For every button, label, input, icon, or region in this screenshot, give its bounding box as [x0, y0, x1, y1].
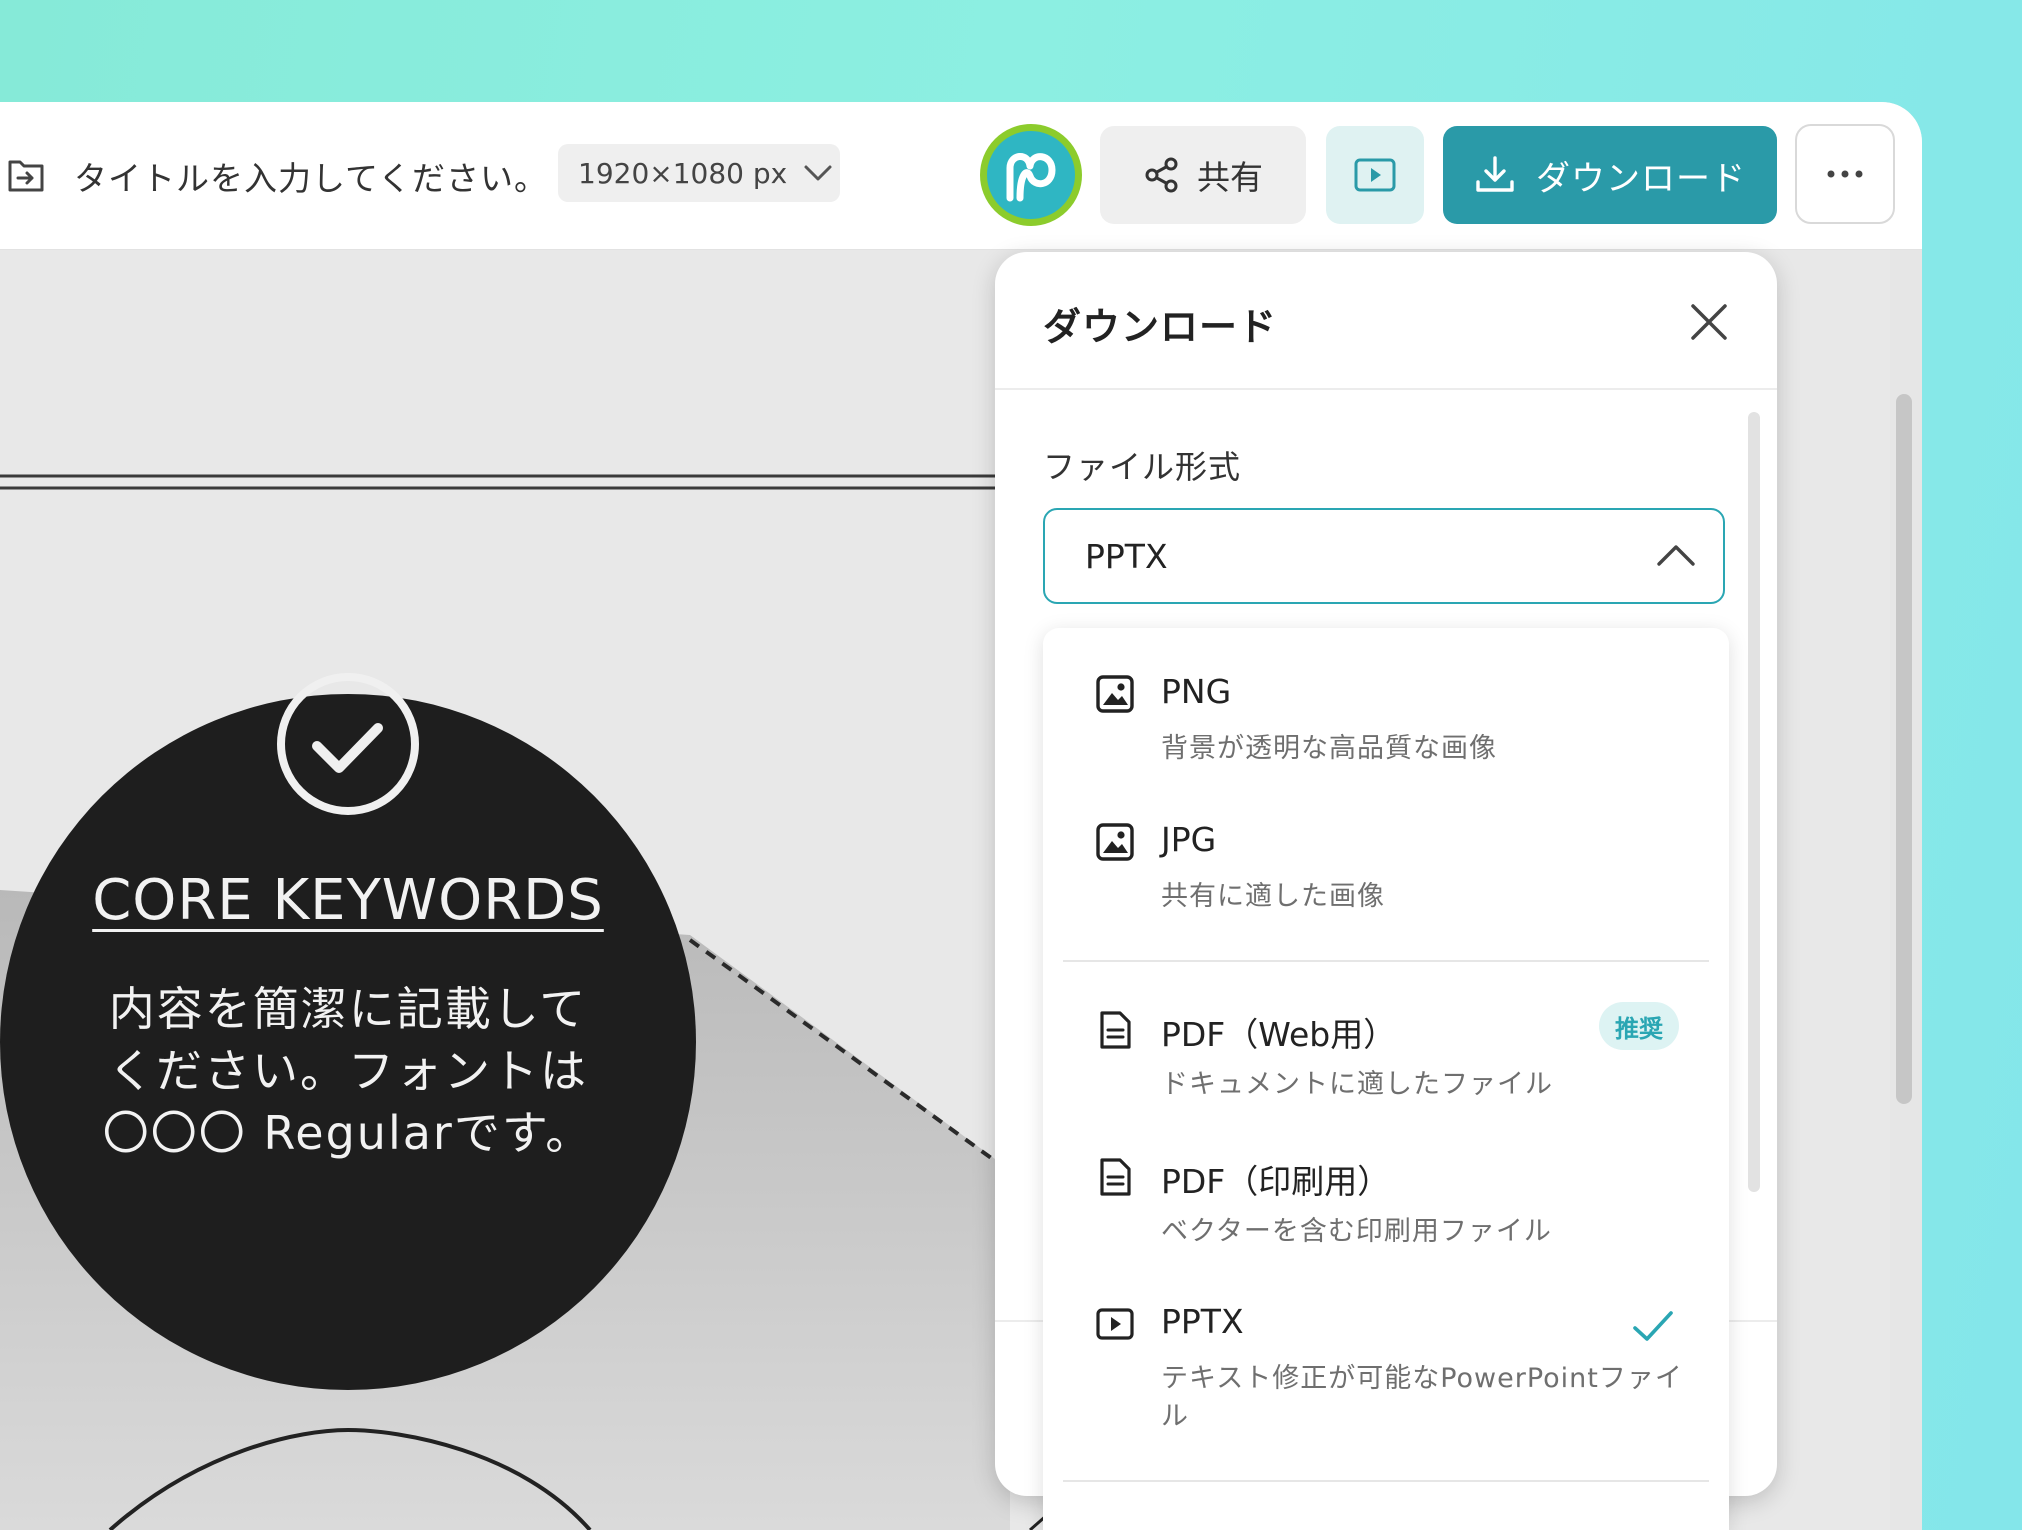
document-title[interactable]: タイトルを入力してください。	[74, 152, 548, 200]
close-icon[interactable]	[1687, 300, 1731, 344]
format-option-label: PPTX	[1161, 1302, 1244, 1341]
more-horizontal-icon	[1827, 170, 1863, 178]
export-file-icon[interactable]	[4, 156, 48, 196]
format-option-label: JPG	[1161, 820, 1217, 859]
file-format-select[interactable]: PPTX	[1043, 508, 1725, 604]
format-option-pdf-web[interactable]: PDF（Web用） 推奨 ドキュメントに適したファイル	[1043, 964, 1729, 1104]
format-option-description: テキスト修正が可能なPowerPointファイル	[1161, 1363, 1683, 1432]
chevron-up-icon	[1657, 545, 1695, 566]
share-button-label: 共有	[1197, 158, 1263, 197]
download-button-label: ダウンロード	[1536, 158, 1746, 199]
canvas-size-label: 1920×1080 px	[578, 156, 788, 190]
option-group-divider	[1063, 960, 1709, 962]
top-toolbar: タイトルを入力してください。 1920×1080 px 共有 ダウンロード	[0, 102, 1922, 250]
option-list-divider	[1063, 1480, 1709, 1482]
format-option-jpg[interactable]: JPG 共有に適した画像	[1043, 776, 1729, 916]
download-icon	[1476, 156, 1514, 192]
format-option-pdf-print[interactable]: PDF（印刷用） ベクターを含む印刷用ファイル	[1043, 1111, 1729, 1251]
format-option-label: PNG	[1161, 672, 1232, 711]
panel-divider	[995, 388, 1777, 390]
presentation-icon	[1096, 1308, 1134, 1340]
keywords-title: CORE KEYWORDS	[92, 868, 604, 933]
format-option-pptx[interactable]: PPTX テキスト修正が可能なPowerPointファイル	[1043, 1258, 1729, 1448]
avatar[interactable]	[980, 124, 1082, 226]
present-button[interactable]	[1326, 126, 1424, 224]
format-option-description: ベクターを含む印刷用ファイル	[1161, 1216, 1552, 1247]
file-format-dropdown-list: PNG 背景が透明な高品質な画像 JPG 共有に適した画像 PDF（Web用） …	[1043, 628, 1729, 1530]
file-format-value: PPTX	[1085, 536, 1168, 576]
format-option-label: PDF（Web用）	[1161, 1015, 1397, 1054]
download-panel-title: ダウンロード	[1043, 305, 1278, 349]
share-button[interactable]: 共有	[1100, 126, 1306, 224]
document-icon	[1100, 1158, 1131, 1196]
file-format-label: ファイル形式	[1043, 448, 1242, 486]
format-option-description: 共有に適した画像	[1161, 881, 1385, 912]
format-option-png[interactable]: PNG 背景が透明な高品質な画像	[1043, 628, 1729, 768]
format-option-description: ドキュメントに適したファイル	[1161, 1069, 1553, 1100]
keywords-body: 内容を簡潔に記載してください。フォントは〇〇〇 Regularです。	[102, 982, 594, 1160]
chevron-down-icon	[804, 165, 832, 181]
image-icon	[1096, 675, 1134, 713]
recommended-badge: 推奨	[1599, 1002, 1679, 1050]
document-icon	[1100, 1011, 1131, 1049]
checkmark-icon	[1633, 1311, 1673, 1341]
canvas-size-dropdown[interactable]: 1920×1080 px	[558, 144, 840, 202]
avatar-logo-icon	[1006, 153, 1056, 202]
download-button[interactable]: ダウンロード	[1443, 126, 1777, 224]
panel-scrollbar[interactable]	[1748, 412, 1760, 1192]
share-icon	[1145, 157, 1178, 193]
play-icon	[1354, 158, 1396, 192]
image-icon	[1096, 823, 1134, 861]
more-options-button[interactable]	[1795, 124, 1895, 224]
format-option-description: 背景が透明な高品質な画像	[1161, 733, 1497, 764]
format-option-label: PDF（印刷用）	[1161, 1162, 1391, 1201]
canvas-scrollbar[interactable]	[1896, 394, 1912, 1104]
